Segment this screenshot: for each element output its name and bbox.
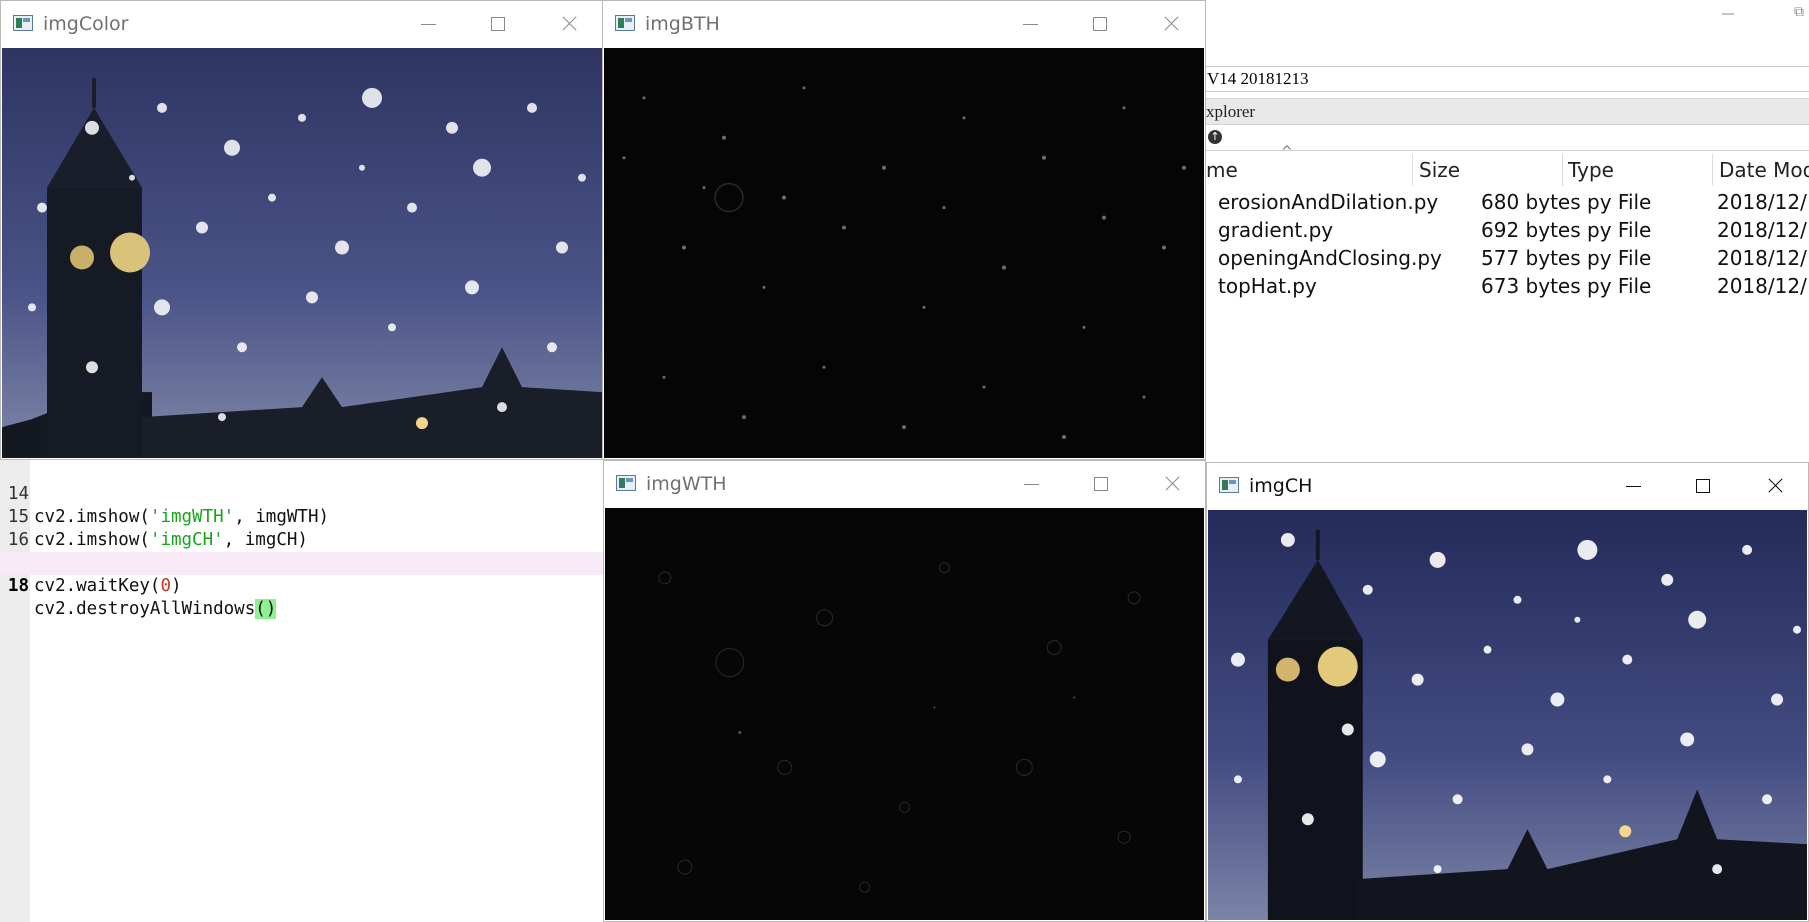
file-date: 2018/12/13: [1717, 218, 1809, 242]
file-name: gradient.py: [1218, 218, 1334, 242]
close-button[interactable]: [1760, 471, 1790, 501]
image-canvas: [1208, 510, 1807, 920]
minimize-button[interactable]: [414, 9, 444, 39]
code-line[interactable]: 15 cv2.imshow('imgCH', imgCH): [0, 483, 603, 550]
file-explorer-window: — ⧉ V14 20181213 xplorer ↑ ^ me Size Typ…: [1206, 0, 1809, 462]
column-header-type[interactable]: Type: [1568, 152, 1614, 188]
matched-paren-highlight: (): [255, 599, 277, 619]
explorer-panel-title: xplorer: [1206, 102, 1256, 121]
file-row[interactable]: topHat.py 673 bytes py File 2018/12/13: [1206, 272, 1809, 300]
code-editor[interactable]: 14 cv2.imshow('imgWTH', imgWTH) 15 cv2.i…: [0, 460, 603, 922]
file-date: 2018/12/13: [1717, 190, 1809, 214]
file-date: 2018/12/13: [1717, 274, 1809, 298]
opencv-window-icon: [616, 475, 636, 491]
window-title: imgBTH: [645, 13, 720, 35]
close-button[interactable]: [554, 9, 584, 39]
imgwth-window[interactable]: imgWTH: [603, 460, 1206, 922]
explorer-path-text: V14 20181213: [1207, 69, 1309, 88]
file-type: py File: [1587, 218, 1652, 242]
window-title: imgCH: [1249, 475, 1313, 497]
maximize-button[interactable]: [1087, 469, 1117, 499]
file-type: py File: [1587, 190, 1652, 214]
file-name: openingAndClosing.py: [1218, 246, 1442, 270]
minimize-button[interactable]: [1619, 471, 1649, 501]
minimize-button[interactable]: [1017, 469, 1047, 499]
window-titlebar[interactable]: imgCH: [1207, 463, 1808, 509]
file-name: topHat.py: [1218, 274, 1317, 298]
code-line[interactable]: 14 cv2.imshow('imgWTH', imgWTH): [0, 460, 603, 527]
code-line-current[interactable]: 18 cv2.destroyAllWindows(): [0, 552, 603, 619]
column-divider[interactable]: [1412, 154, 1413, 186]
imgcolor-window[interactable]: imgColor: [0, 0, 604, 460]
column-header-name[interactable]: me: [1206, 152, 1238, 188]
file-date: 2018/12/13: [1717, 246, 1809, 270]
column-header-date[interactable]: Date Modi: [1719, 152, 1809, 188]
maximize-button[interactable]: [484, 9, 514, 39]
contrast-enhanced-big-ben-image: [1208, 510, 1807, 920]
black-tophat-image: [604, 48, 1204, 458]
explorer-restore-icon[interactable]: ⧉: [1794, 4, 1804, 20]
code-text: cv2.destroyAllWindows(): [34, 599, 277, 619]
image-canvas: [605, 508, 1204, 920]
opencv-window-icon: [13, 15, 33, 31]
close-button[interactable]: [1156, 9, 1186, 39]
maximize-button[interactable]: [1689, 471, 1719, 501]
white-tophat-image: [605, 508, 1204, 920]
close-button[interactable]: [1157, 469, 1187, 499]
maximize-button[interactable]: [1086, 9, 1116, 39]
file-name: erosionAndDilation.py: [1218, 190, 1439, 214]
column-divider[interactable]: [1562, 154, 1563, 186]
code-line[interactable]: 17 cv2.waitKey(0): [0, 529, 603, 596]
image-canvas: [2, 48, 602, 458]
window-titlebar[interactable]: imgBTH: [603, 1, 1205, 47]
sort-ascending-icon: ^: [1281, 144, 1293, 160]
file-list-header: ^ me Size Type Date Modi: [1206, 144, 1809, 188]
explorer-minimize-icon[interactable]: —: [1721, 6, 1735, 22]
explorer-panel-header: xplorer: [1206, 98, 1809, 125]
file-row[interactable]: gradient.py 692 bytes py File 2018/12/13: [1206, 216, 1809, 244]
explorer-toolbar: ↑: [1206, 126, 1809, 151]
file-row[interactable]: openingAndClosing.py 577 bytes py File 2…: [1206, 244, 1809, 272]
explorer-path-bar[interactable]: V14 20181213: [1206, 66, 1809, 92]
opencv-window-icon: [615, 15, 635, 31]
imgbth-window[interactable]: imgBTH: [602, 0, 1206, 460]
window-titlebar[interactable]: imgColor: [1, 1, 603, 47]
file-size: 673 bytes: [1481, 274, 1581, 298]
minimize-button[interactable]: [1016, 9, 1046, 39]
column-divider[interactable]: [1712, 154, 1713, 186]
code-line[interactable]: 16: [0, 506, 603, 550]
line-number: 18: [7, 576, 29, 596]
file-size: 692 bytes: [1481, 218, 1581, 242]
window-titlebar[interactable]: imgWTH: [604, 461, 1205, 507]
file-size: 577 bytes: [1481, 246, 1581, 270]
column-header-size[interactable]: Size: [1419, 152, 1460, 188]
up-arrow-icon[interactable]: ↑: [1208, 130, 1222, 144]
snowy-big-ben-image: [2, 48, 602, 458]
opencv-window-icon: [1219, 477, 1239, 493]
file-type: py File: [1587, 274, 1652, 298]
file-type: py File: [1587, 246, 1652, 270]
code-text: cv2.waitKey(0): [34, 576, 182, 596]
window-title: imgColor: [43, 13, 129, 35]
image-canvas: [604, 48, 1204, 458]
file-size: 680 bytes: [1481, 190, 1581, 214]
file-row[interactable]: erosionAndDilation.py 680 bytes py File …: [1206, 188, 1809, 216]
window-title: imgWTH: [646, 473, 727, 495]
imgch-window[interactable]: imgCH: [1206, 462, 1809, 922]
